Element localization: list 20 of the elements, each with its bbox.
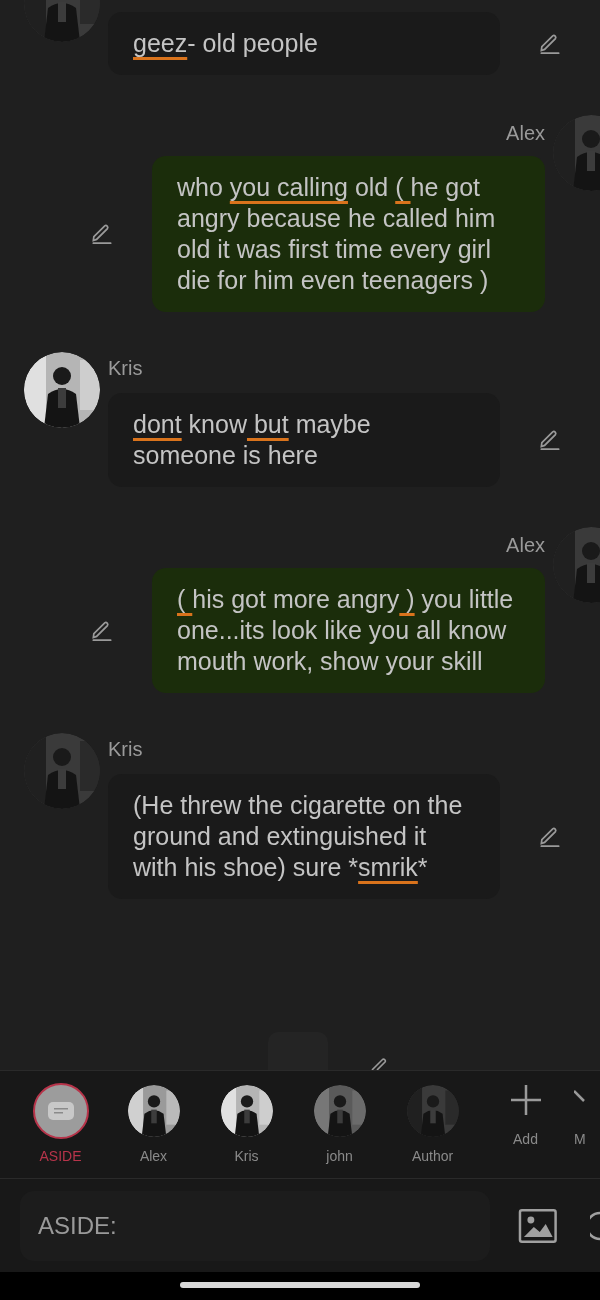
message-text: who you calling old ( he got angry because he called him old it was first time every girl die for him even teenagers ) xyxy=(177,172,497,296)
character-label[interactable]: john xyxy=(326,1147,353,1165)
sender-name: Kris xyxy=(108,356,144,381)
message-text: geez- old people xyxy=(133,28,319,59)
sender-name: Alex xyxy=(506,533,545,558)
character-label[interactable]: Author xyxy=(411,1147,454,1165)
note-icon xyxy=(47,1102,74,1120)
character-label[interactable]: Kris xyxy=(234,1147,259,1165)
more-label[interactable]: M xyxy=(574,1129,586,1150)
add-label[interactable]: Add xyxy=(513,1129,538,1150)
sender-name: Alex xyxy=(506,121,545,146)
character-label[interactable]: ASIDE xyxy=(39,1147,82,1165)
message-text: dont know but maybe someone is here xyxy=(133,409,372,471)
image-icon[interactable] xyxy=(518,1207,558,1244)
message-text: ( his got more angry ) you little one...its look like you all know mouth work, show your skill xyxy=(177,584,515,677)
message-text: (He threw the cigarette on the ground and extinguished it with his shoe) sure *smrik* xyxy=(133,790,464,883)
plus-icon[interactable] xyxy=(508,1083,543,1117)
character-label[interactable]: Alex xyxy=(139,1147,168,1165)
sender-name: Kris xyxy=(108,737,144,762)
message-input[interactable]: ASIDE: xyxy=(20,1190,491,1261)
